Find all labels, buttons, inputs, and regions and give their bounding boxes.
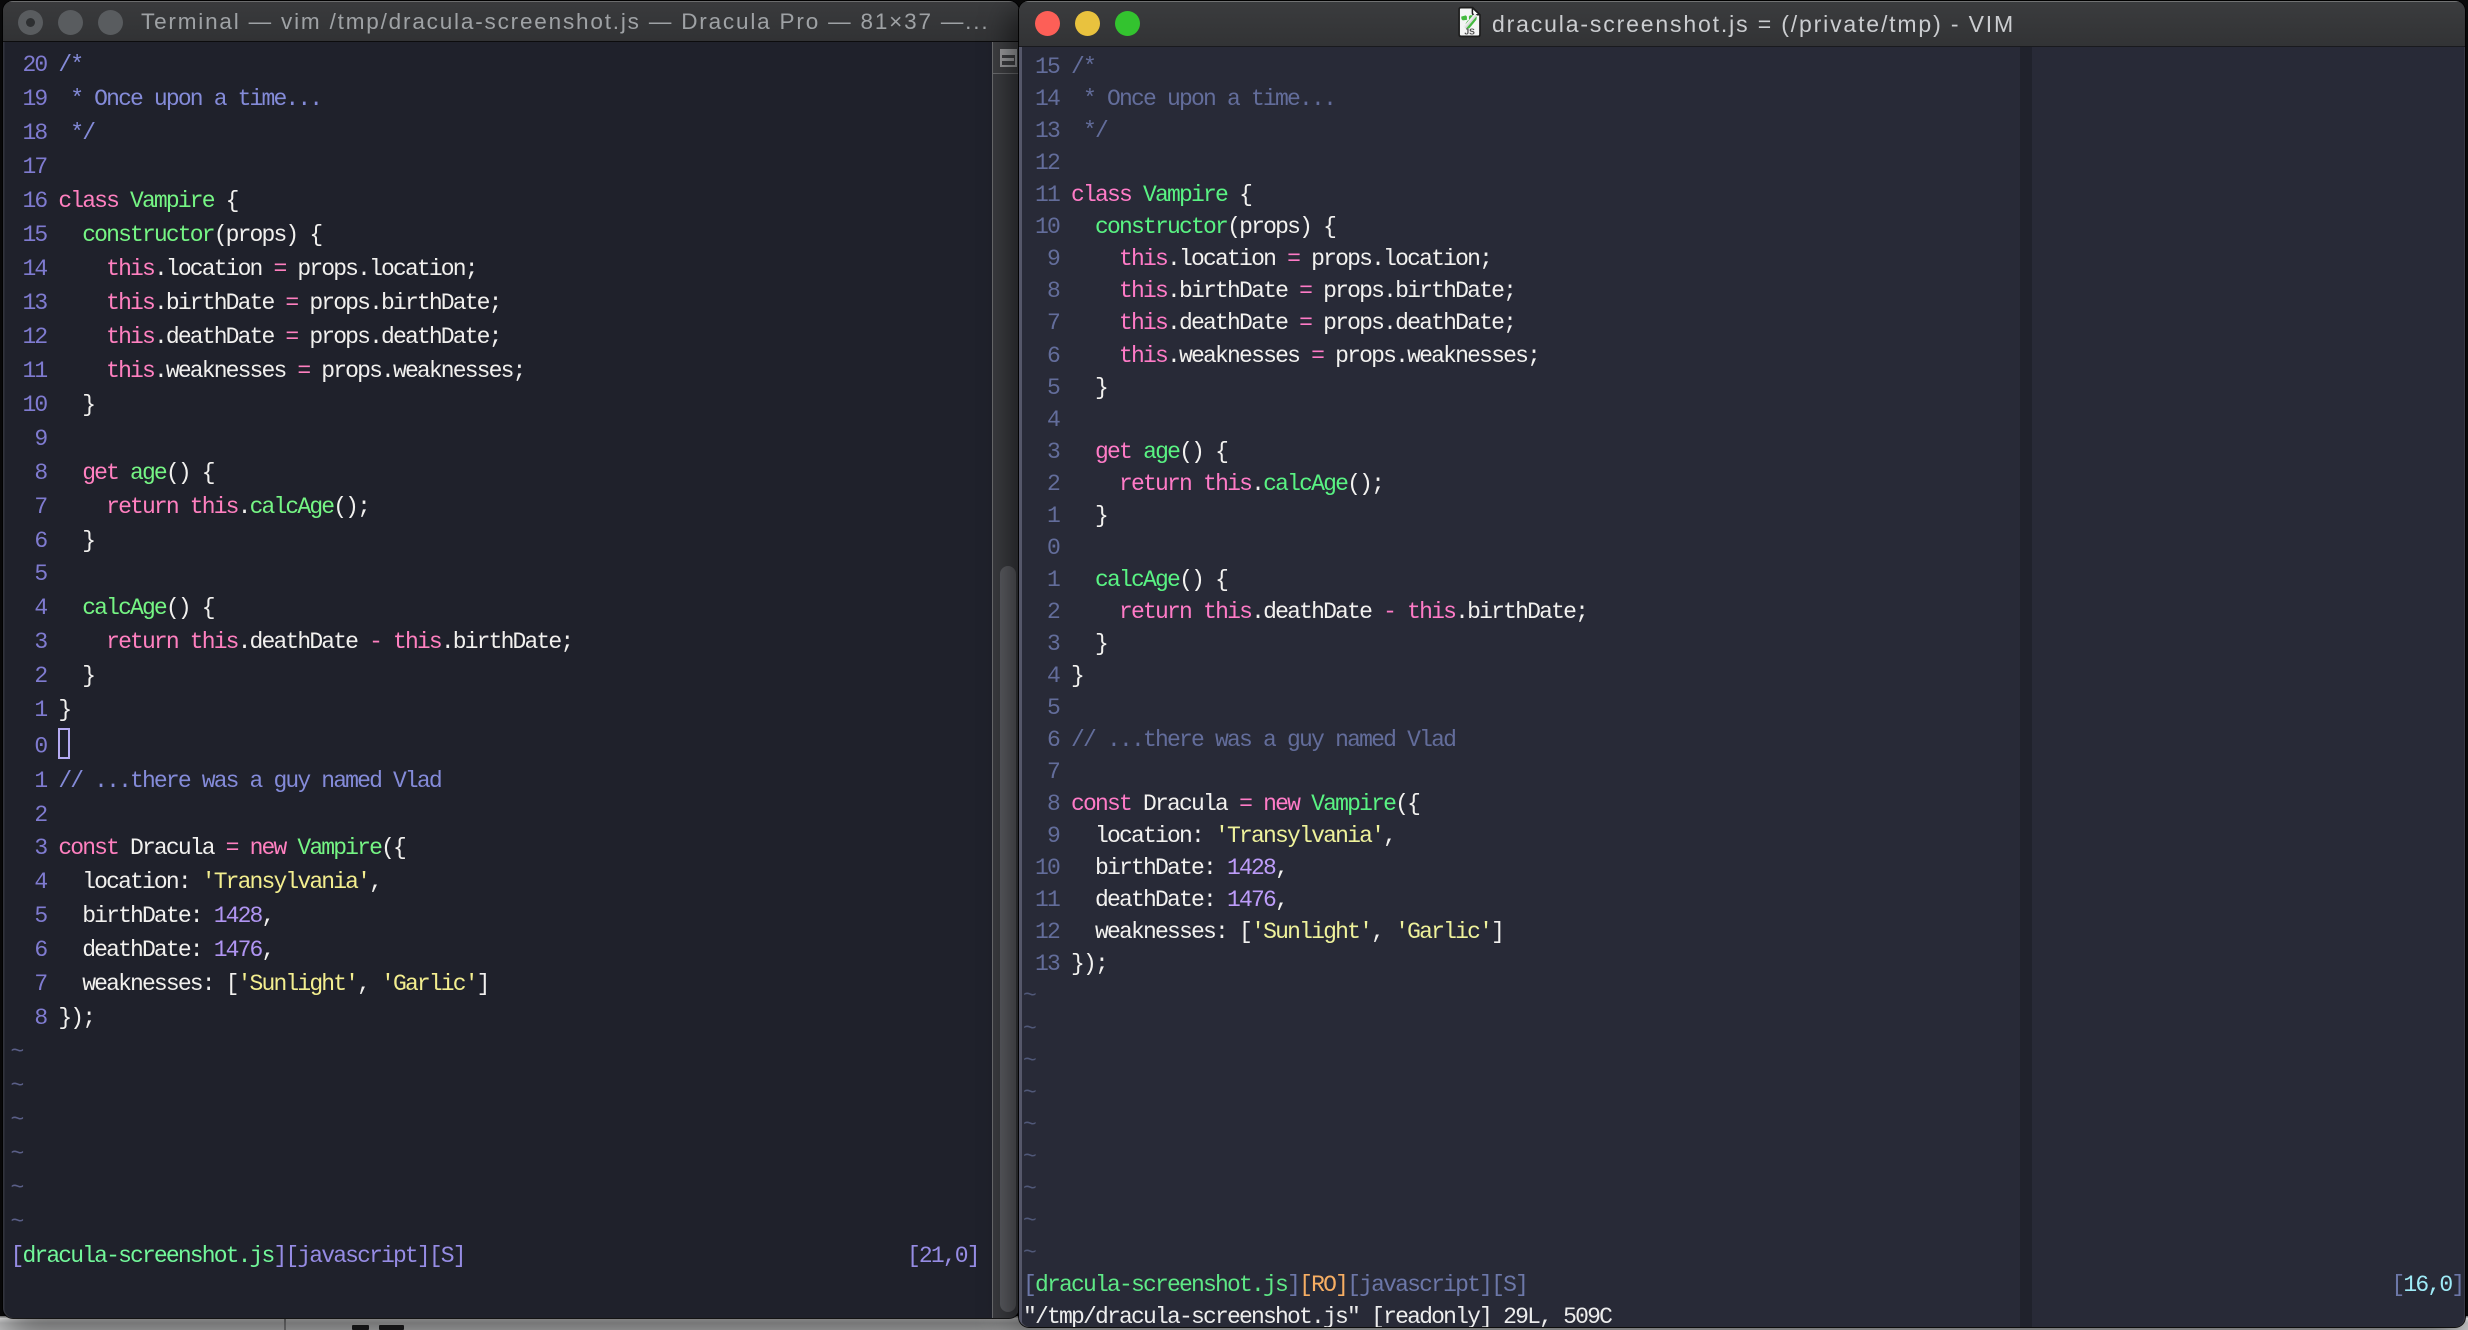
- svg-text:JS: JS: [1464, 27, 1475, 37]
